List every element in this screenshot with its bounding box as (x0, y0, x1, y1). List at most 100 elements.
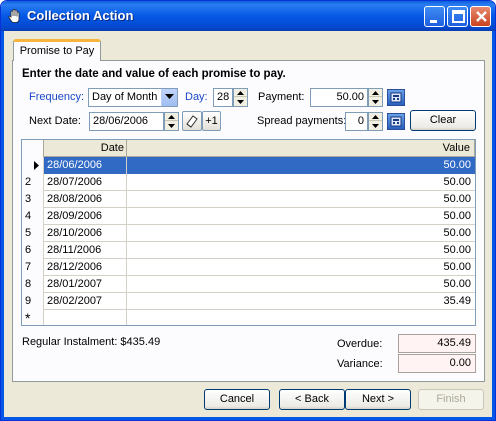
day-input[interactable]: 28 (213, 88, 233, 107)
back-button[interactable]: < Back (279, 389, 345, 410)
new-row[interactable]: * (22, 310, 475, 325)
chevron-down-icon (165, 94, 174, 99)
day-spin-down[interactable] (234, 98, 247, 106)
close-button[interactable] (470, 6, 491, 27)
arrow-down-icon (372, 100, 379, 104)
cancel-button[interactable]: Cancel (204, 389, 270, 410)
grid-corner (22, 140, 44, 157)
date-cell[interactable]: 28/06/2006 (44, 157, 127, 174)
overdue-value: 435.49 (398, 334, 476, 353)
row-indicator[interactable] (22, 157, 44, 174)
date-cell[interactable]: 28/02/2007 (44, 293, 127, 310)
minimize-icon (430, 20, 437, 23)
spread-spin-up[interactable] (369, 113, 382, 121)
value-cell[interactable]: 50.00 (127, 242, 475, 259)
date-cell[interactable]: 28/07/2006 (44, 174, 127, 191)
table-row[interactable]: 6 28/11/2006 50.00 (22, 242, 475, 259)
date-cell[interactable]: 28/08/2006 (44, 191, 127, 208)
new-row-marker: * (22, 310, 44, 325)
clear-button[interactable]: Clear (410, 110, 476, 131)
date-cell[interactable]: 28/10/2006 (44, 225, 127, 242)
calculator-icon (390, 116, 402, 127)
row-indicator[interactable]: 6 (22, 242, 44, 259)
value-cell[interactable]: 50.00 (127, 225, 475, 242)
next-date-label: Next Date: (29, 115, 81, 127)
tab-promise-to-pay[interactable]: Promise to Pay (13, 39, 101, 61)
day-spin-up[interactable] (234, 89, 247, 97)
table-row[interactable]: 28/06/2006 50.00 (22, 157, 475, 174)
column-header-date[interactable]: Date (44, 140, 127, 157)
next-date-spin-down[interactable] (165, 122, 178, 130)
next-date-spin-up[interactable] (165, 113, 178, 121)
date-cell[interactable]: 28/01/2007 (44, 276, 127, 293)
table-row[interactable]: 8 28/01/2007 50.00 (22, 276, 475, 293)
payment-label: Payment: (258, 91, 305, 103)
collection-action-window: Collection Action Promise to Pay Enter t… (0, 0, 496, 421)
value-cell[interactable]: 50.00 (127, 191, 475, 208)
variance-label: Variance: (337, 358, 383, 370)
window-frame-left (1, 31, 4, 420)
value-cell[interactable]: 50.00 (127, 276, 475, 293)
new-date-cell[interactable] (44, 310, 127, 325)
payments-grid[interactable]: Date Value 28/06/2006 50.00 2 28/07/2006 50.… (21, 139, 476, 326)
spread-calculator-button[interactable] (387, 113, 405, 130)
payment-spin-up[interactable] (369, 89, 382, 97)
arrow-up-icon (372, 115, 379, 119)
arrow-up-icon (372, 91, 379, 95)
maximize-button[interactable] (447, 6, 468, 27)
column-header-value[interactable]: Value (127, 140, 475, 157)
row-indicator[interactable]: 7 (22, 259, 44, 276)
payment-spin-down[interactable] (369, 98, 382, 106)
date-cell[interactable]: 28/12/2006 (44, 259, 127, 276)
row-indicator[interactable]: 2 (22, 174, 44, 191)
next-date-spinner[interactable] (164, 112, 179, 131)
row-indicator[interactable]: 4 (22, 208, 44, 225)
spread-payments-input[interactable]: 0 (345, 112, 368, 131)
day-spinner[interactable] (233, 88, 248, 107)
next-button[interactable]: Next > (345, 389, 411, 410)
value-cell[interactable]: 50.00 (127, 259, 475, 276)
table-row[interactable]: 3 28/08/2006 50.00 (22, 191, 475, 208)
frequency-label: Frequency: (29, 91, 85, 103)
day-label: Day: (185, 91, 208, 103)
frequency-value: Day of Month (92, 91, 158, 103)
next-date-input[interactable]: 28/06/2006 (89, 112, 164, 131)
row-indicator[interactable]: 8 (22, 276, 44, 293)
variance-value: 0.00 (398, 354, 476, 373)
value-cell[interactable]: 50.00 (127, 174, 475, 191)
table-row[interactable]: 4 28/09/2006 50.00 (22, 208, 475, 225)
value-cell[interactable]: 35.49 (127, 293, 475, 310)
spread-spin-down[interactable] (369, 122, 382, 130)
date-cell[interactable]: 28/11/2006 (44, 242, 127, 259)
arrow-down-icon (237, 100, 244, 104)
table-row[interactable]: 9 28/02/2007 35.49 (22, 293, 475, 310)
minimize-button[interactable] (424, 6, 445, 27)
row-indicator[interactable]: 9 (22, 293, 44, 310)
table-row[interactable]: 7 28/12/2006 50.00 (22, 259, 475, 276)
regular-instalment-text: Regular Instalment: $435.49 (22, 336, 161, 348)
plus-one-button[interactable]: +1 (202, 111, 221, 131)
title-bar[interactable]: Collection Action (1, 1, 495, 31)
frequency-select[interactable]: Day of Month (88, 88, 178, 107)
row-indicator[interactable]: 5 (22, 225, 44, 242)
value-cell[interactable]: 50.00 (127, 208, 475, 225)
arrow-up-icon (237, 91, 244, 95)
spread-payments-label: Spread payments: (257, 115, 347, 127)
window-title: Collection Action (27, 8, 134, 23)
date-cell[interactable]: 28/09/2006 (44, 208, 127, 225)
eraser-button[interactable] (182, 111, 202, 131)
overdue-label: Overdue: (337, 338, 383, 350)
payment-calculator-button[interactable] (387, 89, 405, 106)
frequency-dropdown-button[interactable] (161, 89, 177, 106)
finish-button[interactable]: Finish (418, 389, 484, 410)
eraser-icon (186, 115, 198, 128)
value-cell[interactable]: 50.00 (127, 157, 475, 174)
row-indicator[interactable]: 3 (22, 191, 44, 208)
hand-icon (8, 9, 20, 23)
table-row[interactable]: 2 28/07/2006 50.00 (22, 174, 475, 191)
table-row[interactable]: 5 28/10/2006 50.00 (22, 225, 475, 242)
arrow-down-icon (372, 124, 379, 128)
spread-payments-spinner[interactable] (368, 112, 383, 131)
payment-spinner[interactable] (368, 88, 383, 107)
payment-input[interactable]: 50.00 (310, 88, 368, 107)
